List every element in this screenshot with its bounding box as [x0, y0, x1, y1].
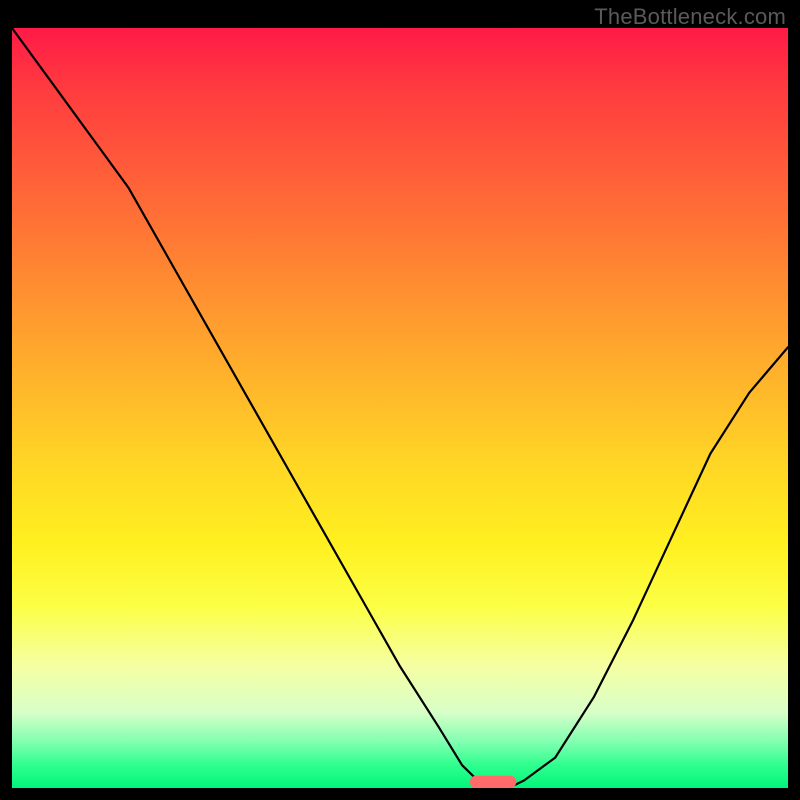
plot-area — [12, 28, 788, 788]
watermark-text: TheBottleneck.com — [594, 4, 786, 30]
optimum-marker — [470, 776, 517, 788]
overlay-svg — [12, 28, 788, 788]
bottleneck-curve — [12, 28, 788, 788]
chart-frame: TheBottleneck.com — [0, 0, 800, 800]
